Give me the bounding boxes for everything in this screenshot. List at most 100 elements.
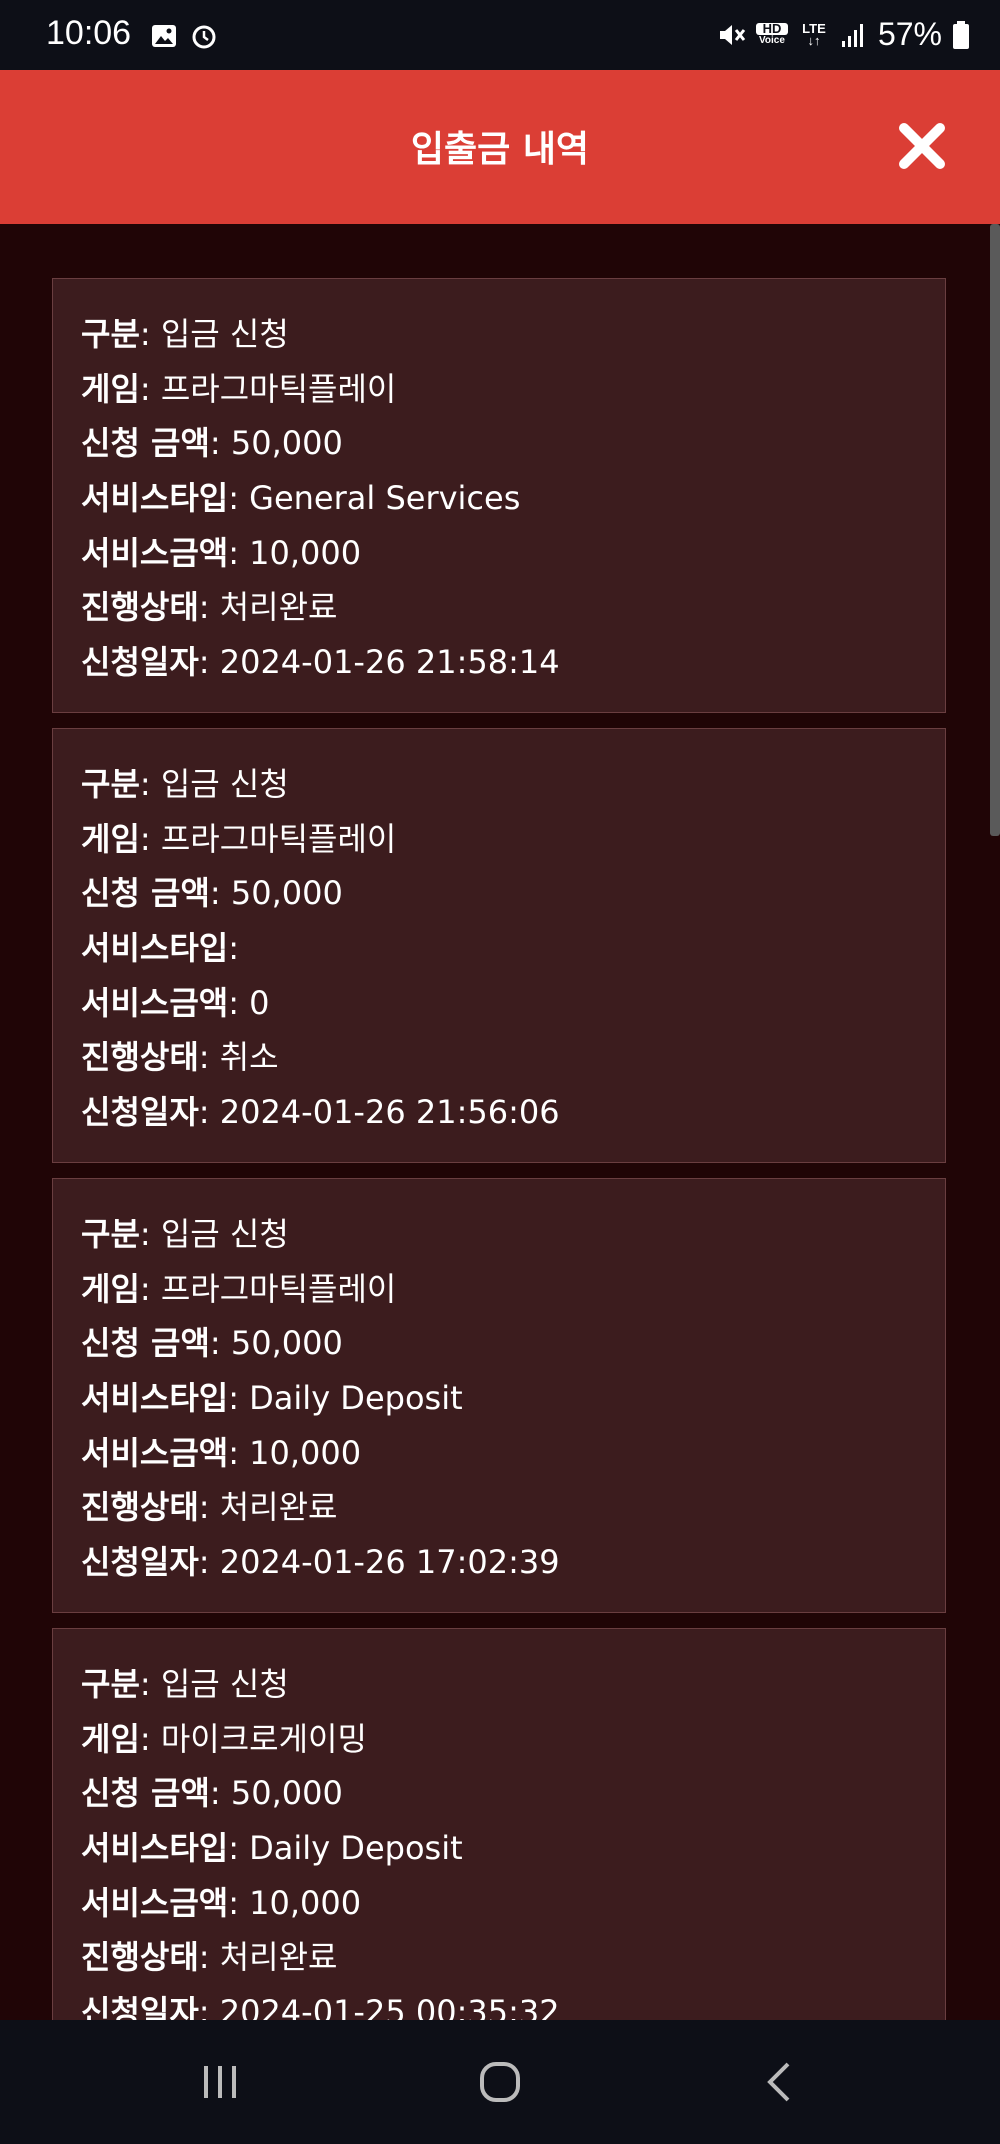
- record-card: 구분: 입금 신청 게임: 프라그마틱플레이 신청 금액: 50,000 서비스…: [52, 278, 946, 713]
- battery-icon: [953, 20, 969, 49]
- value-status: 처리완료: [219, 1488, 338, 1527]
- label-service-amount: 서비스금액: [81, 533, 229, 572]
- value-amount: 50,000: [230, 1324, 343, 1363]
- value-amount: 50,000: [230, 424, 343, 463]
- label-game: 게임: [81, 819, 140, 858]
- hd-label: HD: [755, 22, 788, 35]
- label-status: 진행상태: [81, 1038, 199, 1077]
- field-row-status: 진행상태: 처리완료: [81, 1488, 338, 1527]
- field-row-date: 신청일자: 2024-01-26 21:58:14: [81, 643, 560, 682]
- label-status: 진행상태: [81, 1938, 199, 1977]
- label-service-type: 서비스타입: [81, 929, 229, 968]
- status-bar: 10:06 HD Voice LTE ↓↑ 57%: [0, 0, 1000, 70]
- signal-icon: [841, 23, 863, 47]
- value-service-amount: 10,000: [249, 1433, 362, 1472]
- field-row-service-amount: 서비스금액: 10,000: [81, 533, 362, 572]
- record-card: 구분: 입금 신청 게임: 프라그마틱플레이 신청 금액: 50,000 서비스…: [52, 728, 946, 1163]
- value-service-amount: 0: [249, 983, 270, 1022]
- label-game: 게임: [81, 1269, 140, 1308]
- value-date: 2024-01-25 00:35:32: [219, 1993, 560, 2020]
- status-right-icons: HD Voice LTE ↓↑ 57%: [716, 16, 970, 53]
- field-row-game: 게임: 프라그마틱플레이: [81, 1269, 397, 1308]
- field-row-amount: 신청 금액: 50,000: [81, 1324, 343, 1363]
- lte-arrows: ↓↑: [807, 32, 821, 48]
- value-type: 입금 신청: [160, 315, 289, 353]
- field-row-amount: 신청 금액: 50,000: [81, 424, 343, 463]
- value-amount: 50,000: [230, 874, 343, 913]
- page-title: 입출금 내역: [410, 129, 590, 170]
- label-date: 신청일자: [81, 1543, 199, 1582]
- status-time: 10:06: [46, 14, 132, 52]
- label-type: 구분: [81, 1215, 140, 1253]
- field-row-type: 구분: 입금 신청: [81, 765, 289, 803]
- value-service-amount: 10,000: [249, 1883, 362, 1922]
- field-row-status: 진행상태: 처리완료: [81, 1938, 338, 1977]
- field-row-type: 구분: 입금 신청: [81, 1665, 289, 1703]
- field-row-game: 게임: 프라그마틱플레이: [81, 819, 397, 858]
- field-row-amount: 신청 금액: 50,000: [81, 874, 343, 913]
- label-amount: 신청 금액: [81, 1774, 210, 1813]
- status-left-icons: [150, 22, 218, 50]
- label-type: 구분: [81, 1665, 140, 1703]
- value-service-type: Daily Deposit: [249, 1829, 463, 1868]
- scrollbar[interactable]: [990, 224, 1000, 836]
- value-service-type: General Services: [249, 479, 521, 518]
- label-status: 진행상태: [81, 1488, 199, 1527]
- field-row-game: 게임: 마이크로게이밍: [81, 1719, 367, 1758]
- value-game: 프라그마틱플레이: [160, 369, 397, 408]
- field-row-type: 구분: 입금 신청: [81, 1215, 289, 1253]
- label-type: 구분: [81, 315, 140, 353]
- field-row-service-type: 서비스타입: Daily Deposit: [81, 1379, 463, 1418]
- label-amount: 신청 금액: [81, 1324, 210, 1363]
- value-status: 처리완료: [219, 1938, 338, 1977]
- battery-percent: 57%: [877, 16, 942, 52]
- label-amount: 신청 금액: [81, 424, 210, 463]
- value-date: 2024-01-26 17:02:39: [219, 1543, 560, 1582]
- value-type: 입금 신청: [160, 765, 289, 803]
- field-row-service-amount: 서비스금액: 10,000: [81, 1433, 362, 1472]
- hd-voice-icon: HD Voice: [755, 22, 788, 47]
- label-service-type: 서비스타입: [81, 479, 229, 518]
- label-game: 게임: [81, 1719, 140, 1758]
- label-date: 신청일자: [81, 1093, 199, 1132]
- value-date: 2024-01-26 21:58:14: [219, 643, 560, 682]
- label-game: 게임: [81, 369, 140, 408]
- voice-label: Voice: [758, 34, 785, 46]
- lte-icon: LTE ↓↑: [798, 22, 830, 48]
- close-icon[interactable]: [896, 120, 948, 172]
- home-icon[interactable]: [476, 2058, 524, 2106]
- label-status: 진행상태: [81, 588, 199, 627]
- recent-apps-icon[interactable]: [196, 2058, 244, 2106]
- field-row-service-type: 서비스타입:: [81, 929, 239, 968]
- image-icon: [152, 25, 176, 47]
- system-nav-bar: [0, 2020, 1000, 2144]
- value-service-type: Daily Deposit: [249, 1379, 463, 1418]
- label-service-type: 서비스타입: [81, 1379, 229, 1418]
- label-amount: 신청 금액: [81, 874, 210, 913]
- label-service-amount: 서비스금액: [81, 983, 229, 1022]
- value-status: 취소: [219, 1038, 279, 1077]
- value-date: 2024-01-26 21:56:06: [219, 1093, 560, 1132]
- field-row-service-amount: 서비스금액: 0: [81, 983, 270, 1022]
- field-row-service-amount: 서비스금액: 10,000: [81, 1883, 362, 1922]
- value-amount: 50,000: [230, 1774, 343, 1813]
- field-row-date: 신청일자: 2024-01-26 21:56:06: [81, 1093, 560, 1132]
- value-service-amount: 10,000: [249, 533, 362, 572]
- label-date: 신청일자: [81, 1993, 199, 2020]
- value-status: 처리완료: [219, 588, 338, 627]
- record-card: 구분: 입금 신청 게임: 프라그마틱플레이 신청 금액: 50,000 서비스…: [52, 1178, 946, 1613]
- field-row-service-type: 서비스타입: General Services: [81, 479, 521, 518]
- field-row-date: 신청일자: 2024-01-26 17:02:39: [81, 1543, 560, 1582]
- transaction-history-content[interactable]: 구분: 입금 신청 게임: 프라그마틱플레이 신청 금액: 50,000 서비스…: [0, 224, 1000, 2020]
- label-type: 구분: [81, 765, 140, 803]
- back-icon[interactable]: [756, 2058, 804, 2106]
- alarm-icon: [192, 25, 216, 49]
- value-game: 프라그마틱플레이: [160, 819, 397, 858]
- field-row-type: 구분: 입금 신청: [81, 315, 289, 353]
- record-list: 구분: 입금 신청 게임: 프라그마틱플레이 신청 금액: 50,000 서비스…: [52, 278, 948, 2020]
- field-row-status: 진행상태: 취소: [81, 1038, 279, 1077]
- value-game: 마이크로게이밍: [160, 1719, 367, 1758]
- field-row-status: 진행상태: 처리완료: [81, 588, 338, 627]
- field-row-date: 신청일자: 2024-01-25 00:35:32: [81, 1985, 917, 2020]
- label-service-amount: 서비스금액: [81, 1883, 229, 1922]
